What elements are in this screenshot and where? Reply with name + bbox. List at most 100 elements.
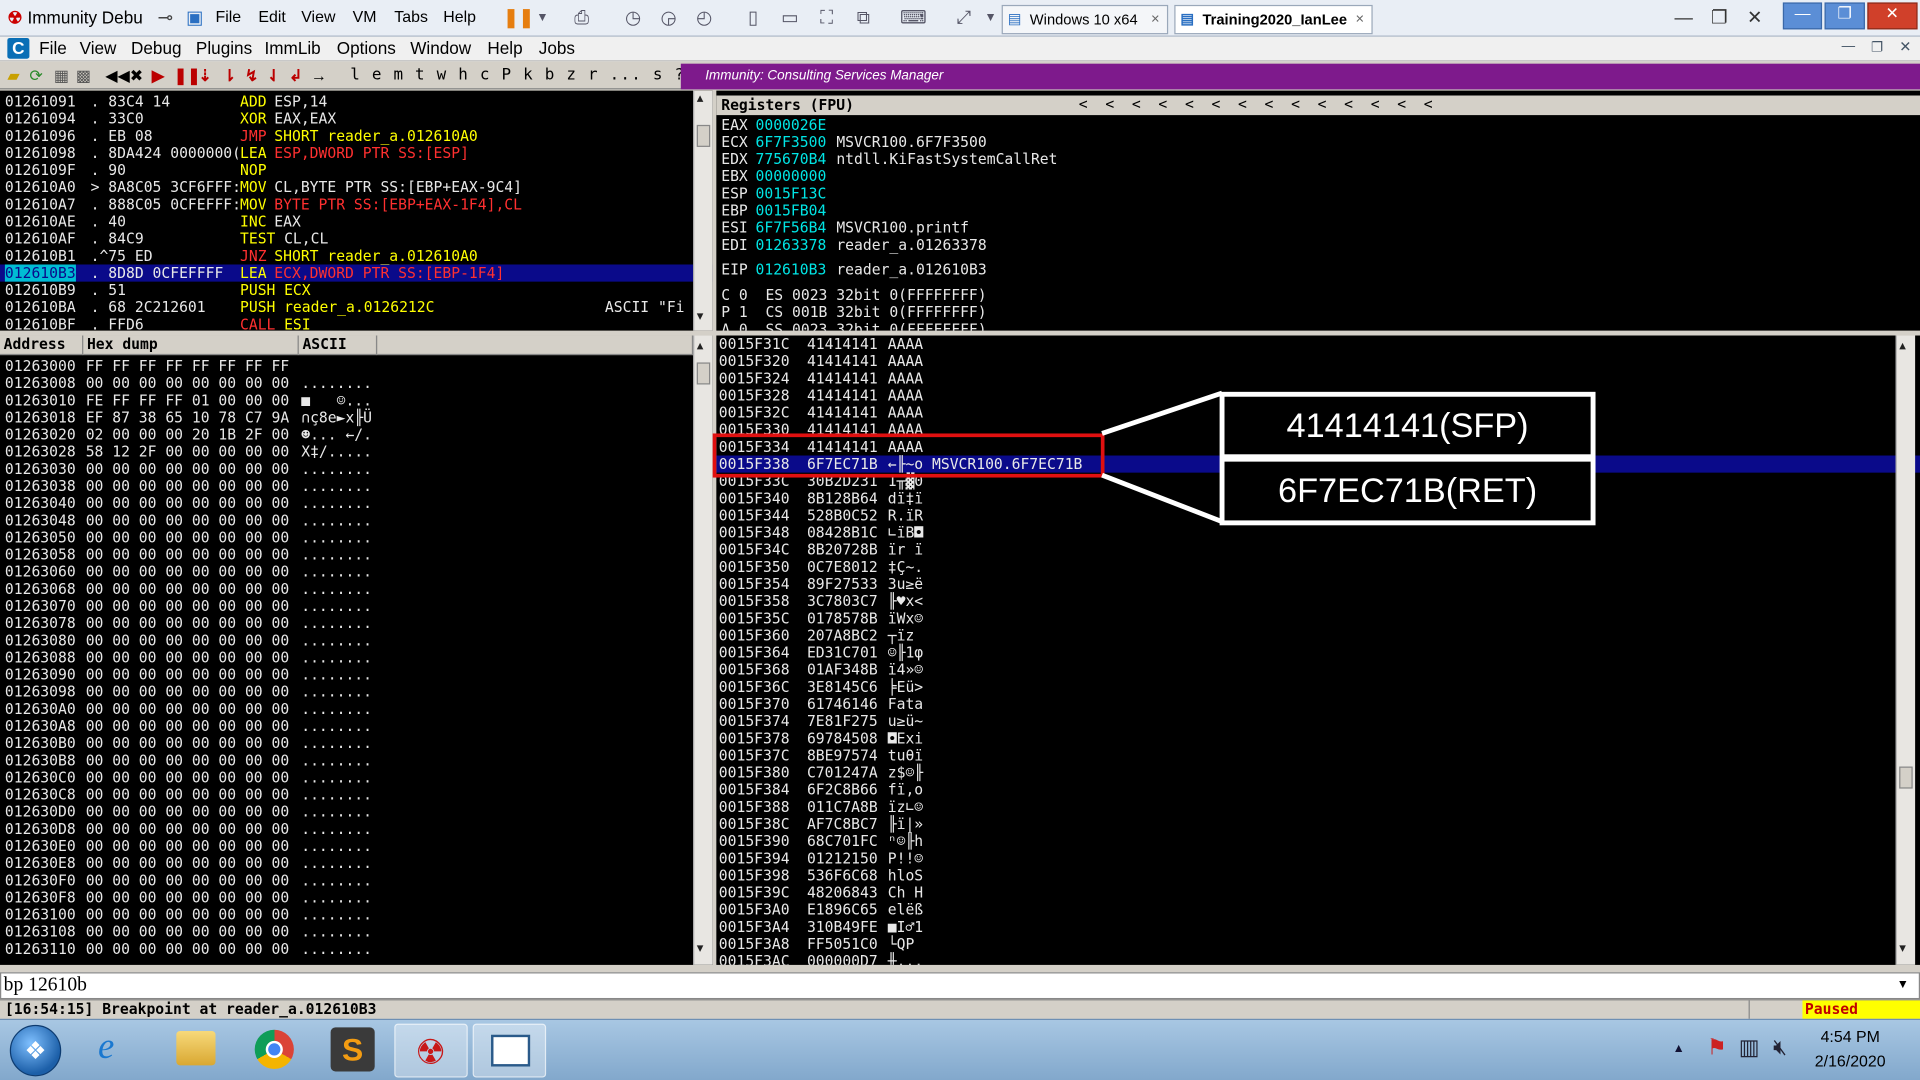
dump-header-hex[interactable]: Hex dump [83,335,299,356]
disasm-row[interactable]: 012610BA . 68 2C212601 PUSH reader_a.012621… [0,299,713,316]
dump-row[interactable]: 01263008 00 00 00 00 00 00 00 00........ [0,375,713,392]
dump-row[interactable]: 012630E8 00 00 00 00 00 00 00 00........ [0,855,713,872]
flag-row[interactable]: A 0 SS 0023 32bit 0(FFFFFFFF) [721,321,1920,331]
taskbar-chrome[interactable] [238,1024,311,1078]
stack-row[interactable]: 0015F388 011C7A8B ïz∟☺ [716,798,1920,815]
snapshot-manager-icon[interactable]: ◴ [691,5,718,32]
stack-row[interactable]: 0015F378 69784508 ◘Exi [716,730,1920,747]
stack-row[interactable]: 0015F368 01AF348B ï4»☺ [716,661,1920,678]
pin-icon[interactable]: ⊸ [152,5,179,32]
disasm-row[interactable]: 01261098 . 8DA424 0000000(LEA ESP,DWORD PT… [0,144,713,161]
stack-row[interactable]: 0015F39C 48206843 Ch H [716,884,1920,901]
menu-options[interactable]: Options [337,38,396,58]
dump-row[interactable]: 012630C8 00 00 00 00 00 00 00 00........ [0,786,713,803]
register-row[interactable]: EDX 775670B4 ntdll.KiFastSystemCallRet [716,151,1920,168]
scroll-up-icon[interactable]: ▲ [697,93,704,105]
stretch-dropdown-icon[interactable]: ▼ [977,5,1004,32]
start-button[interactable]: ❖ [9,1024,62,1077]
vm-menu-edit[interactable]: Edit [258,7,285,25]
console-view-icon[interactable]: ▭ [776,5,803,32]
flag-row[interactable]: P 1 CS 001B 32bit 0(FFFFFFFF) [721,304,1920,321]
close-icon[interactable]: × [1356,10,1365,27]
dump-row[interactable]: 012630D0 00 00 00 00 00 00 00 00........ [0,803,713,820]
dump-row[interactable]: 01263028 58 12 2F 00 00 00 00 00 X‡/..... [0,443,713,460]
dump-row[interactable]: 01263070 00 00 00 00 00 00 00 00........ [0,598,713,615]
disasm-row[interactable]: 012610BF . FFD6 CALL ESI [0,316,713,331]
scroll-thumb[interactable] [696,362,711,385]
unity-icon[interactable]: ⧉ [850,5,877,32]
register-row[interactable]: EAX 0000026E [716,116,1920,133]
goto-icon[interactable]: → [311,66,327,84]
stack-row[interactable]: 0015F35C 0178578B ïWx☺ [716,610,1920,627]
dump-row[interactable]: 01263000 FF FF FF FF FF FF FF FF [0,358,713,375]
stack-row[interactable]: 0015F324 41414141 AAAA [716,370,1920,387]
command-history-dropdown-icon[interactable]: ▼ [1897,978,1909,991]
stack-row[interactable]: 0015F358 3C7803C7 ╟♥x< [716,593,1920,610]
scroll-thumb[interactable] [696,124,711,147]
dump-row[interactable]: 01263100 00 00 00 00 00 00 00 00........ [0,906,713,923]
dump-row[interactable]: 01263010 FE FF FF FF 01 00 00 00 ■ ☺... [0,392,713,409]
stack-row[interactable]: 0015F36C 3E8145C6 ╞Eü> [716,678,1920,695]
scroll-down-icon[interactable]: ▼ [697,311,704,323]
disasm-row[interactable]: 0126109F . 90 NOP [0,162,713,179]
dump-row[interactable]: 01263050 00 00 00 00 00 00 00 00........ [0,529,713,546]
dump-row[interactable]: 01263088 00 00 00 00 00 00 00 00........ [0,649,713,666]
scroll-down-icon[interactable]: ▼ [1899,943,1906,955]
register-row[interactable]: EBP 0015FB04 [716,202,1920,219]
scroll-up-icon[interactable]: ▲ [1899,340,1906,352]
dump-row[interactable]: 01263110 00 00 00 00 00 00 00 00........ [0,940,713,957]
stack-row[interactable]: 0015F394 01212150 P!!☺ [716,850,1920,867]
dump-row[interactable]: 012630D8 00 00 00 00 00 00 00 00........ [0,820,713,837]
window-letter-buttons[interactable]: l e m t w h c P k b z r ... s ? [350,66,685,84]
guest-minimize-icon[interactable]: — [1782,2,1823,30]
register-row[interactable]: EDI 01263378 reader_a.01263378 [716,236,1920,253]
stack-row[interactable]: 0015F3A0 E1896C65 elëß [716,901,1920,918]
rewind-icon[interactable]: ◀◀ [105,66,129,86]
menu-view[interactable]: View [80,38,117,58]
vm-menu-vm[interactable]: VM [353,7,377,25]
scroll-up-icon[interactable]: ▲ [697,340,704,352]
dump-row[interactable]: 012630F0 00 00 00 00 00 00 00 00........ [0,872,713,889]
scroll-down-icon[interactable]: ▼ [697,943,704,955]
stack-row[interactable]: 0015F370 61746146 Fata [716,696,1920,713]
dump-row[interactable]: 01263038 00 00 00 00 00 00 00 00........ [0,478,713,495]
pause-debug-icon[interactable]: ❚❚ [174,66,201,86]
disasm-row[interactable]: 012610B1 .^75 ED JNZ SHORT reader_a.012610A… [0,247,713,264]
show-hidden-icons-icon[interactable]: ▲ [1673,1042,1685,1055]
run-icon[interactable]: ▶ [152,66,164,86]
vm-menu-file[interactable]: File [216,7,242,25]
close-icon[interactable]: ✕ [1741,5,1768,32]
dump-row[interactable]: 01263068 00 00 00 00 00 00 00 00........ [0,580,713,597]
dump-row[interactable]: 012630C0 00 00 00 00 00 00 00 00........ [0,769,713,786]
dump-scrollbar[interactable]: ▲ ▼ [693,335,713,965]
disasm-row[interactable]: 012610A7 . 888C05 0CFEFFF: MOV BYTE PTR SS:… [0,196,713,213]
mdi-minimize-icon[interactable]: — [1842,39,1855,54]
stack-row[interactable]: 0015F398 536F6C68 hloS [716,867,1920,884]
dump-row[interactable]: 01263108 00 00 00 00 00 00 00 00........ [0,923,713,940]
revert-snapshot-icon[interactable]: ◶ [655,5,682,32]
restore-icon[interactable]: ❐ [1706,5,1733,32]
command-input[interactable] [3,974,1890,997]
trace-over-icon[interactable]: ⇃ [267,66,280,86]
snapshot-icon[interactable]: ◷ [620,5,647,32]
step-over-icon[interactable]: ⇂ [223,66,236,86]
menu-jobs[interactable]: Jobs [539,38,575,58]
dump-header-address[interactable]: Address [0,335,84,356]
fullscreen-icon[interactable]: ⛶ [813,5,840,32]
stack-scrollbar[interactable]: ▲ ▼ [1895,335,1916,965]
dump-header-ascii[interactable]: ASCII [298,335,378,356]
taskbar-explorer[interactable] [159,1024,232,1078]
dump-row[interactable]: 012630F8 00 00 00 00 00 00 00 00........ [0,889,713,906]
dump-row[interactable]: 01263090 00 00 00 00 00 00 00 00........ [0,666,713,683]
vm-tab-training[interactable]: ▤ Training2020_IanLee × [1174,4,1373,35]
stack-row[interactable]: 0015F364 ED31C701 ☺╟1φ [716,644,1920,661]
disasm-row[interactable]: 012610AF . 84C9 TEST CL,CL [0,230,713,247]
stack-row[interactable]: 0015F350 0C7E8012 ‡Ç~. [716,558,1920,575]
mdi-close-icon[interactable]: ✕ [1899,38,1911,55]
chevron-down-icon[interactable]: ▼ [529,5,556,32]
register-row[interactable]: ECX 6F7F3500 MSVCR100.6F7F3500 [716,133,1920,150]
dump-row[interactable]: 012630E0 00 00 00 00 00 00 00 00........ [0,838,713,855]
vm-tab-windows10[interactable]: ▤ Windows 10 x64 × [1001,4,1169,35]
dump-row[interactable]: 01263030 00 00 00 00 00 00 00 00........ [0,460,713,477]
registers-pane[interactable]: Registers (FPU) < < < < < < < < < < < < … [716,90,1920,331]
